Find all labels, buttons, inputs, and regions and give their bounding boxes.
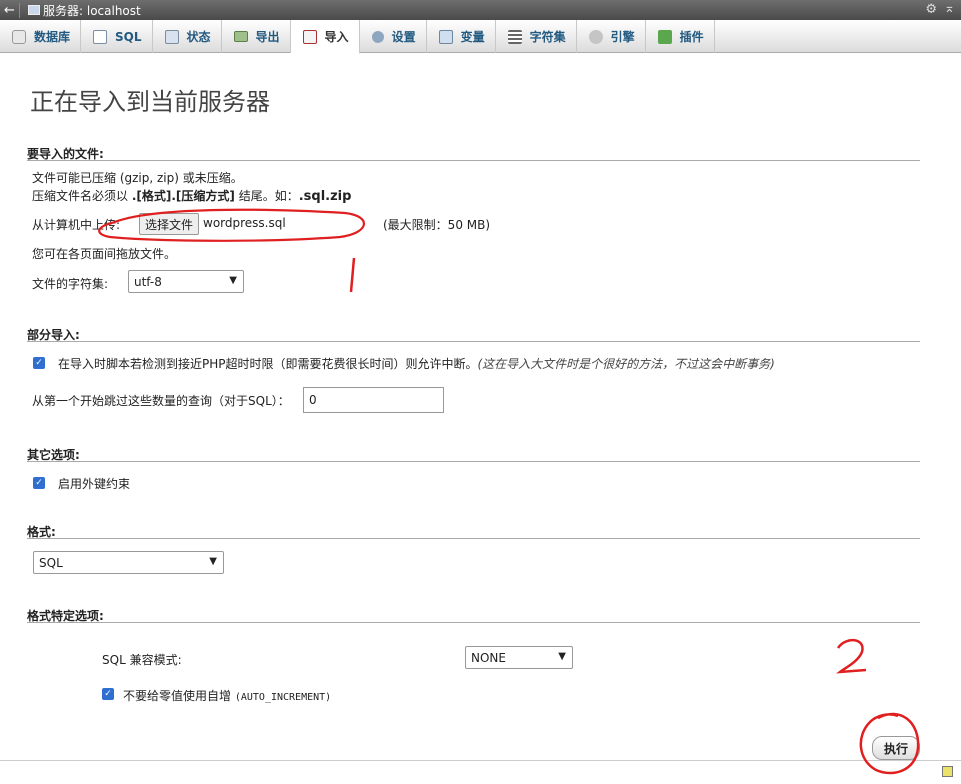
skip-queries-label: 从第一个开始跳过这些数量的查询（对于SQL）： bbox=[32, 394, 290, 408]
tab-engines[interactable]: 引擎 bbox=[577, 20, 646, 53]
foreign-key-checkbox[interactable]: ✓ bbox=[33, 477, 45, 489]
page-title: 正在导入到当前服务器 bbox=[30, 88, 270, 116]
foreign-key-label: 启用外键约束 bbox=[58, 477, 131, 491]
chevron-down-icon: ▼ bbox=[558, 651, 566, 662]
charset-icon bbox=[507, 29, 522, 44]
export-icon bbox=[233, 31, 248, 42]
window-title: 服务器: localhost bbox=[43, 3, 141, 18]
tab-plugins[interactable]: 插件 bbox=[646, 20, 715, 53]
divider bbox=[27, 538, 920, 539]
console-icon[interactable] bbox=[942, 766, 953, 777]
selected-file-name: wordpress.sql bbox=[203, 216, 286, 230]
choose-file-button[interactable]: 选择文件 bbox=[139, 213, 199, 235]
divider bbox=[27, 341, 920, 342]
chevron-down-icon: ▼ bbox=[229, 275, 237, 286]
tab-import[interactable]: 导入 bbox=[290, 20, 360, 54]
settings-icon bbox=[371, 30, 384, 43]
sql-icon bbox=[93, 29, 108, 44]
divider bbox=[27, 160, 920, 161]
compression-note: 文件可能已压缩 (gzip, zip) 或未压缩。 bbox=[32, 171, 243, 185]
plugin-icon bbox=[657, 29, 672, 44]
status-icon bbox=[164, 29, 179, 44]
no-auto-value-on-zero-label: 不要给零值使用自增 (AUTO_INCREMENT) bbox=[123, 689, 332, 703]
tab-variables[interactable]: 变量 bbox=[427, 20, 496, 53]
allow-interrupt-checkbox[interactable]: ✓ bbox=[33, 357, 45, 369]
variables-icon bbox=[438, 29, 453, 44]
divider bbox=[27, 461, 920, 462]
sql-compat-select[interactable]: NONE ▼ bbox=[465, 646, 573, 669]
back-arrow-icon[interactable]: ← bbox=[0, 2, 20, 18]
top-tab-bar: 数据库 SQL 状态 导出 导入 设置 变量 字符集 引擎 插件 bbox=[0, 20, 961, 54]
tab-charsets[interactable]: 字符集 bbox=[496, 20, 577, 53]
tab-export[interactable]: 导出 bbox=[222, 20, 291, 53]
tab-sql[interactable]: SQL bbox=[81, 20, 153, 53]
charset-select[interactable]: utf-8 ▼ bbox=[128, 270, 244, 293]
divider bbox=[27, 622, 920, 623]
tab-databases[interactable]: 数据库 bbox=[0, 20, 82, 53]
allow-interrupt-label: 在导入时脚本若检测到接近PHP超时时限（即需要花费很长时间）则允许中断。(这在导… bbox=[58, 357, 775, 371]
drag-drop-hint: 您可在各页面间拖放文件。 bbox=[32, 247, 177, 261]
collapse-icon[interactable]: ⌅ bbox=[944, 1, 955, 16]
charset-label: 文件的字符集: bbox=[32, 277, 109, 291]
upload-label: 从计算机中上传: bbox=[32, 218, 121, 232]
format-select[interactable]: SQL ▼ bbox=[33, 551, 224, 574]
import-icon bbox=[302, 29, 317, 44]
chevron-down-icon: ▼ bbox=[209, 556, 217, 567]
no-auto-value-on-zero-checkbox[interactable]: ✓ bbox=[102, 688, 114, 700]
title-bar: ← 服务器: localhost ⚙ ⌅ bbox=[0, 0, 961, 20]
database-icon bbox=[12, 29, 26, 44]
main-content: 正在导入到当前服务器 要导入的文件: 文件可能已压缩 (gzip, zip) 或… bbox=[0, 54, 961, 784]
divider bbox=[0, 760, 961, 761]
go-button[interactable]: 执行 bbox=[872, 736, 920, 760]
max-upload-limit: (最大限制：50 MB) bbox=[383, 218, 491, 232]
engine-icon bbox=[588, 29, 603, 44]
tab-status[interactable]: 状态 bbox=[153, 20, 222, 53]
skip-queries-input[interactable]: 0 bbox=[303, 387, 444, 413]
sql-compat-label: SQL 兼容模式: bbox=[102, 653, 182, 667]
gear-icon[interactable]: ⚙ bbox=[925, 2, 937, 17]
tab-settings[interactable]: 设置 bbox=[360, 20, 427, 53]
server-icon bbox=[28, 5, 40, 15]
compression-format-note: 压缩文件名必须以 .[格式].[压缩方式] 结尾。如：.sql.zip bbox=[32, 189, 352, 204]
